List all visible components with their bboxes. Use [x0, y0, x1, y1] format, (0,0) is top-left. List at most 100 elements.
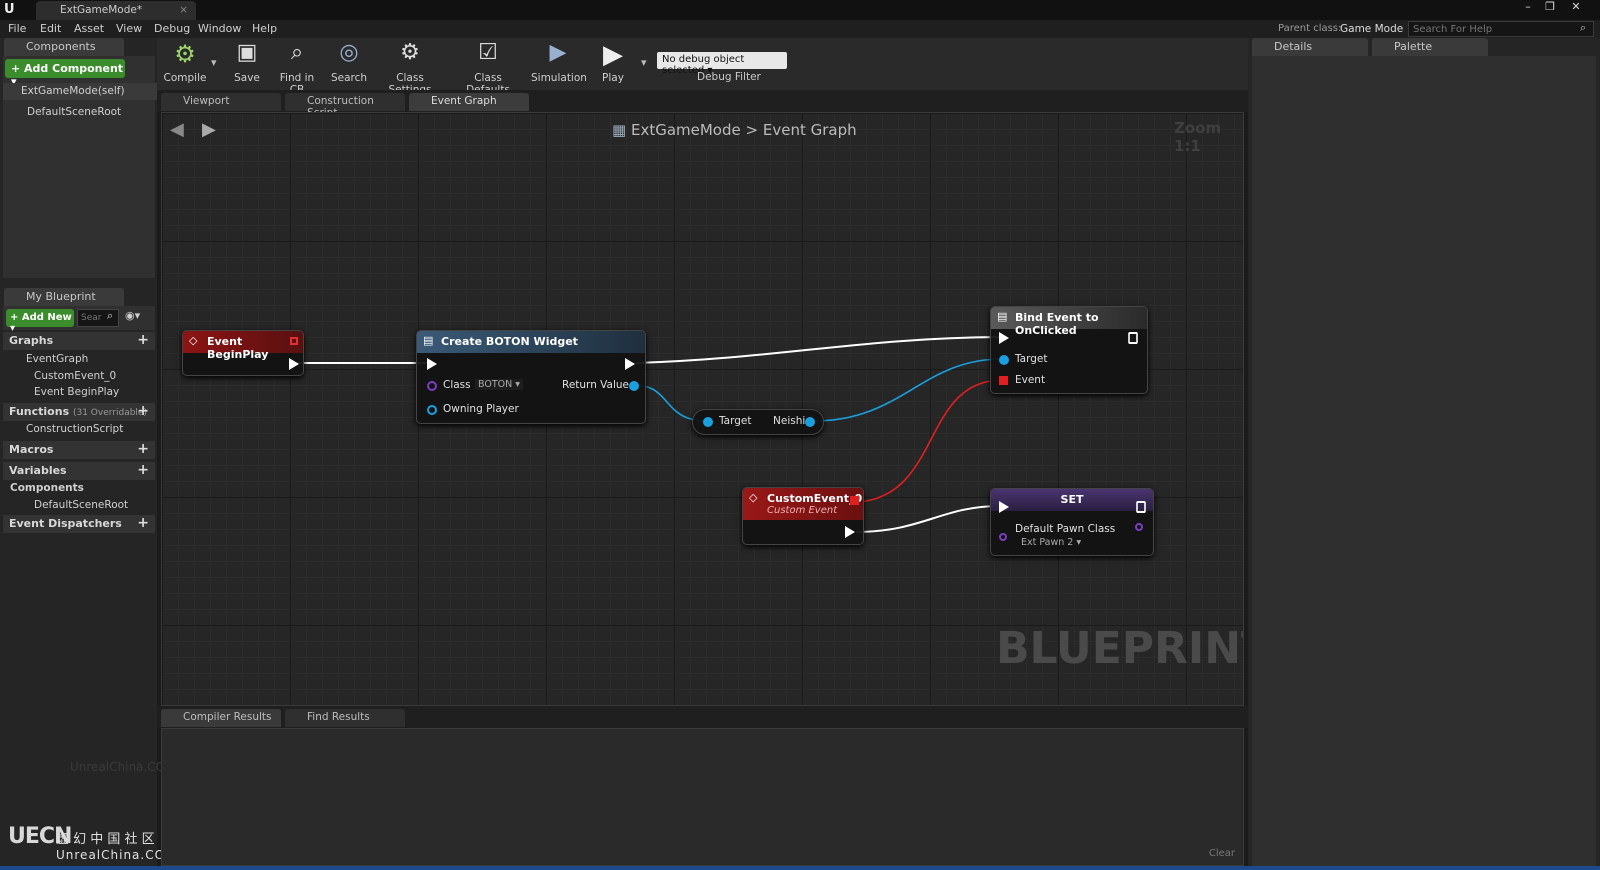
neishi-pin[interactable] [805, 417, 815, 427]
wire-exec-set [855, 505, 1001, 533]
my-blueprint-toolbar: + Add New ▾ ⌕ ◉▾ [3, 306, 155, 334]
tab-label: Details [1274, 40, 1313, 53]
components-subcategory[interactable]: Components [0, 480, 155, 497]
asset-tab[interactable]: ExtGameMode* × [36, 1, 196, 20]
return-value-label: Return Value [562, 379, 630, 391]
graph-item-customevent[interactable]: CustomEvent_0 [0, 368, 155, 385]
tab-viewport[interactable]: Viewport [161, 93, 281, 111]
tab-label: Find Results [307, 711, 370, 723]
menu-debug[interactable]: Debug [154, 22, 190, 35]
maximize-button[interactable]: ❐ [1540, 0, 1560, 16]
functions-category[interactable]: Functions (31 Overridable) + [3, 403, 155, 421]
owning-player-pin[interactable] [427, 405, 437, 415]
tab-find-results[interactable]: Find Results [285, 709, 405, 727]
tab-event-graph[interactable]: Event Graph [409, 93, 529, 111]
node-event-beginplay[interactable]: ◇ Event BeginPlay [182, 330, 304, 376]
close-window-button[interactable]: ✕ [1564, 0, 1588, 16]
add-function-icon[interactable]: + [137, 403, 149, 419]
macros-category[interactable]: Macros + [3, 441, 155, 459]
target-pin[interactable] [703, 417, 713, 427]
target-pin[interactable] [999, 355, 1009, 365]
search-label: Search [330, 72, 368, 84]
add-macro-icon[interactable]: + [137, 441, 149, 457]
graph-item-eventgraph[interactable]: EventGraph [0, 351, 155, 368]
add-variable-icon[interactable]: + [137, 462, 149, 478]
variables-category[interactable]: Variables + [3, 462, 155, 480]
find-in-cb-button[interactable]: ⌕ Find in CB [271, 40, 323, 96]
component-item-root[interactable]: DefaultSceneRoot [3, 104, 158, 121]
exec-out-pin[interactable] [845, 526, 855, 538]
components-sub-label: Components [10, 482, 84, 494]
event-diamond-icon: ◇ [749, 491, 758, 504]
tab-details[interactable]: Details [1252, 38, 1368, 56]
menu-view[interactable]: View [116, 22, 142, 35]
tab-palette[interactable]: Palette [1372, 38, 1488, 56]
component-item-self[interactable]: ExtGameMode(self) [3, 83, 158, 100]
var-out-pin[interactable] [1135, 523, 1143, 531]
my-blueprint-tab[interactable]: My Blueprint [4, 288, 124, 306]
node-title: Create BOTON Widget [441, 335, 578, 348]
node-custom-event[interactable]: ◇ CustomEvent_0 Custom Event [742, 487, 864, 545]
exec-in-pin[interactable] [999, 332, 1009, 344]
components-tab[interactable]: Components [4, 38, 124, 56]
variable-item-label: DefaultSceneRoot [34, 499, 129, 511]
exec-in-pin[interactable] [999, 501, 1009, 513]
simulation-button[interactable]: ▶ Simulation [531, 40, 587, 88]
compile-dropdown-icon[interactable]: ▾ [211, 56, 217, 69]
exec-out-pin[interactable] [289, 358, 299, 370]
graph-item-beginplay[interactable]: Event BeginPlay [0, 384, 155, 401]
exec-out-pin[interactable] [625, 358, 635, 370]
function-item-construction[interactable]: ConstructionScript [0, 421, 155, 438]
event-graph-canvas[interactable]: ◀ ▶ ▦ ExtGameMode > Event Graph Zoom 1:1… [161, 112, 1244, 706]
search-help-input[interactable] [1408, 21, 1594, 37]
pawn-class-select[interactable]: Ext Pawn 2 ▾ [1021, 537, 1081, 548]
eye-icon[interactable]: ◉▾ [125, 309, 140, 322]
add-new-button[interactable]: + Add New ▾ [6, 309, 74, 334]
return-value-pin[interactable] [629, 381, 639, 391]
menu-window[interactable]: Window [198, 22, 241, 35]
menu-asset[interactable]: Asset [74, 22, 104, 35]
node-get-neishi[interactable]: Target Neishi [692, 409, 824, 435]
play-button[interactable]: ▶ Play [593, 40, 633, 88]
exec-in-pin[interactable] [427, 358, 437, 370]
compile-button[interactable]: ⚙ Compile [161, 40, 209, 88]
exec-out-pin[interactable] [1136, 501, 1146, 513]
clear-button[interactable]: Clear [1209, 848, 1235, 859]
dispatchers-label: Event Dispatchers [9, 517, 122, 530]
minimize-button[interactable]: – [1518, 0, 1538, 16]
event-label: Event [1015, 374, 1046, 386]
debug-object-select[interactable]: No debug object selected ▾ [657, 52, 787, 76]
tab-construction-script[interactable]: Construction Script [285, 93, 405, 119]
exec-out-pin[interactable] [1128, 332, 1138, 344]
close-icon[interactable]: × [179, 4, 188, 16]
menu-edit[interactable]: Edit [40, 22, 61, 35]
node-set[interactable]: SET Default Pawn Class Ext Pawn 2 ▾ [990, 488, 1154, 556]
graphs-category[interactable]: Graphs + [3, 332, 155, 350]
add-dispatcher-icon[interactable]: + [137, 515, 149, 531]
class-settings-button[interactable]: ⚙ Class Settings [375, 40, 445, 96]
class-pin[interactable] [427, 381, 437, 391]
delegate-out-pin[interactable] [850, 496, 859, 505]
dispatchers-category[interactable]: Event Dispatchers + [3, 515, 155, 533]
play-dropdown-icon[interactable]: ▾ [641, 56, 647, 69]
taskbar [0, 866, 1600, 870]
class-select[interactable]: BOTON ▾ [475, 379, 524, 390]
tab-compiler-results[interactable]: Compiler Results [161, 709, 281, 727]
var-in-pin[interactable] [999, 533, 1007, 541]
menu-bar: File Edit Asset View Debug Window Help P… [0, 20, 1600, 38]
node-create-widget[interactable]: ▤ Create BOTON Widget Class BOTON ▾ Retu… [416, 330, 646, 424]
class-defaults-button[interactable]: ☑ Class Defaults [453, 40, 523, 96]
parent-class-value[interactable]: Game Mode [1340, 23, 1403, 35]
event-pin[interactable] [999, 376, 1008, 385]
variable-item-root[interactable]: DefaultSceneRoot [0, 497, 155, 514]
menu-help[interactable]: Help [252, 22, 277, 35]
delegate-pin[interactable] [290, 337, 298, 345]
title-bar: U ExtGameMode* × – ❐ ✕ [0, 0, 1600, 20]
add-graph-icon[interactable]: + [137, 332, 149, 348]
menu-file[interactable]: File [8, 22, 26, 35]
search-button[interactable]: ◎ Search [327, 40, 371, 88]
add-component-button[interactable]: + Add Component ▾ [5, 59, 125, 88]
left-panel: Components + Add Component ▾ ExtGameMode… [0, 38, 175, 870]
node-bind-event[interactable]: ▤ Bind Event to OnClicked Target Event [990, 306, 1148, 394]
save-button[interactable]: ▣ Save [227, 40, 267, 88]
